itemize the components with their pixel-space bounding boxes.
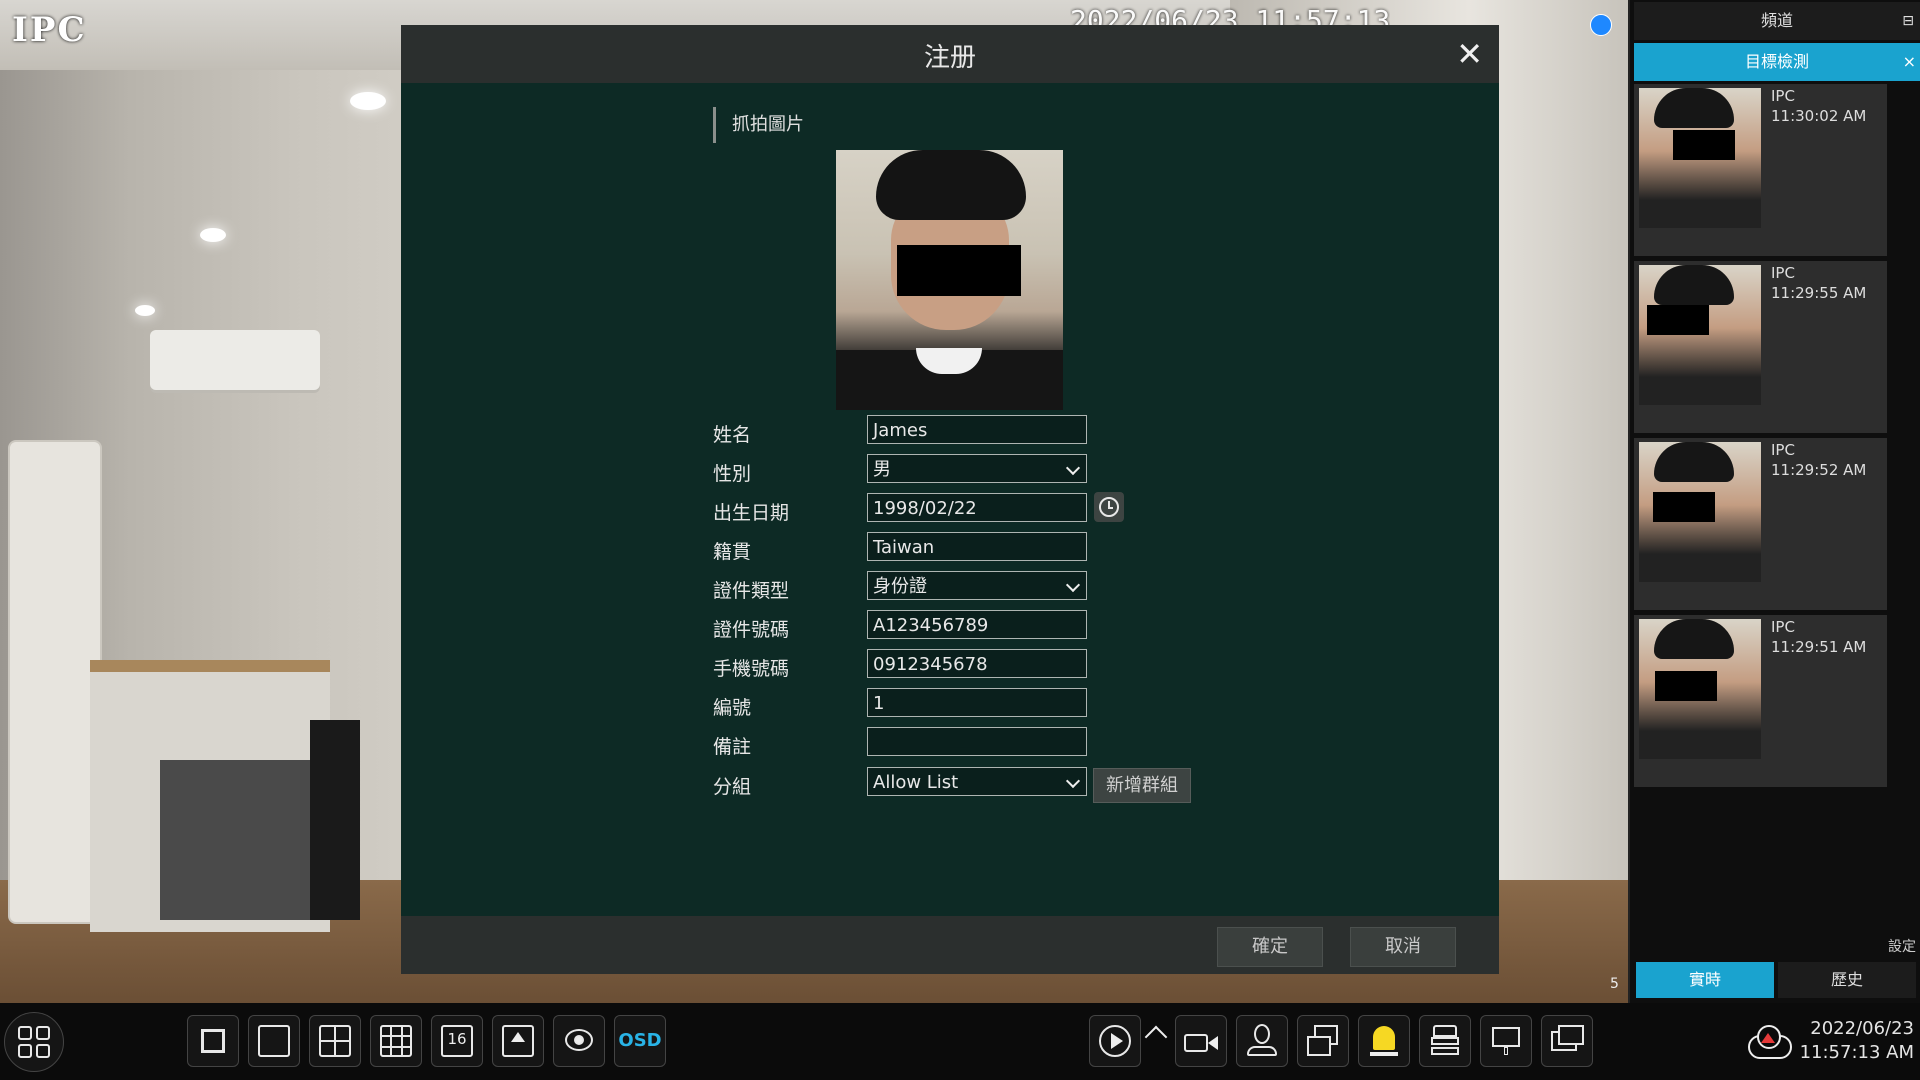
gender-select[interactable]: 男	[867, 454, 1087, 483]
number-label: 編號	[713, 697, 752, 719]
name-field[interactable]: James	[867, 415, 1087, 444]
capture-time: 11:29:55 AM	[1771, 284, 1867, 302]
origin-label: 籍貫	[713, 541, 752, 563]
camera-timestamp: 2022/06/23 11:57:13	[1070, 4, 1391, 26]
settings-link[interactable]: 設定	[1888, 936, 1916, 956]
group-label: 分組	[713, 776, 752, 798]
ceiling-lamp	[350, 92, 386, 110]
right-panel: 頻道 ⊟ 目標檢測 × IPC 11:30:02 AM IPC 11:29:55…	[1628, 0, 1920, 1003]
id-type-value: 身份證	[873, 576, 927, 597]
gender-label: 性別	[713, 463, 752, 485]
layout-9-icon[interactable]	[370, 1015, 422, 1067]
system-clock: 2022/06/23 11:57:13 AM	[1800, 1017, 1914, 1065]
osd-button[interactable]: OSD	[614, 1015, 666, 1067]
capture-source: IPC	[1771, 264, 1795, 282]
dialog-footer: 確定 取消	[401, 916, 1499, 974]
capture-card[interactable]: IPC 11:30:02 AM	[1634, 84, 1887, 256]
add-group-button[interactable]: 新增群組	[1093, 768, 1191, 803]
collapse-icon[interactable]: ⊟	[1902, 2, 1914, 40]
sequence-icon[interactable]	[492, 1015, 544, 1067]
number-field[interactable]: 1	[867, 688, 1087, 717]
section-label: 抓拍圖片	[713, 107, 804, 143]
capture-thumbnail	[1639, 442, 1761, 582]
playback-icon[interactable]	[1089, 1015, 1141, 1067]
mobile-field[interactable]: 0912345678	[867, 649, 1087, 678]
birth-field[interactable]: 1998/02/22	[867, 493, 1087, 522]
system-time: 11:57:13 AM	[1799, 1042, 1914, 1063]
cloud-upload-icon[interactable]	[1744, 1023, 1792, 1059]
captured-photo	[836, 150, 1063, 410]
bottom-toolbar: 16 OSD 2022/06/23 11:57:13 AM	[0, 1003, 1920, 1080]
id-type-label: 證件類型	[713, 580, 790, 602]
record-camera-icon[interactable]	[1175, 1015, 1227, 1067]
privacy-bar	[897, 245, 1021, 296]
capture-source: IPC	[1771, 441, 1795, 459]
mobile-label: 手機號碼	[713, 658, 790, 680]
tab-label: 目標檢測	[1744, 52, 1809, 71]
ceiling-lamp	[200, 228, 226, 242]
network-icon[interactable]	[1480, 1015, 1532, 1067]
face-database-icon[interactable]	[1236, 1015, 1288, 1067]
clock-icon[interactable]	[1094, 492, 1124, 522]
realtime-button[interactable]: 實時	[1636, 962, 1774, 998]
capture-source: IPC	[1771, 618, 1795, 636]
history-button[interactable]: 歷史	[1778, 962, 1916, 998]
close-icon[interactable]: ×	[1903, 43, 1916, 81]
tab-target-detection[interactable]: 目標檢測 ×	[1634, 43, 1920, 81]
dialog-title: 注册	[923, 43, 976, 73]
layout-1-icon[interactable]	[248, 1015, 300, 1067]
channel-header-label: 頻道	[1760, 11, 1793, 30]
id-number-field[interactable]: A123456789	[867, 610, 1087, 639]
birth-label: 出生日期	[713, 502, 790, 524]
capture-source: IPC	[1771, 87, 1795, 105]
capture-thumbnail	[1639, 88, 1761, 228]
remark-field[interactable]	[867, 727, 1087, 756]
capture-thumbnail	[1639, 265, 1761, 405]
remark-label: 備註	[713, 736, 752, 758]
snapshot-icon[interactable]	[1297, 1015, 1349, 1067]
close-icon[interactable]: ✕	[1456, 35, 1483, 73]
capture-card[interactable]: IPC 11:29:51 AM	[1634, 615, 1887, 787]
register-dialog: 注册 ✕ 抓拍圖片 姓名 James 性別 男 出生日期 1998/02/22 …	[401, 25, 1499, 974]
system-date: 2022/06/23	[1810, 1018, 1914, 1039]
layout-16-icon[interactable]: 16	[431, 1015, 483, 1067]
air-conditioner	[150, 330, 320, 390]
capture-time: 11:29:52 AM	[1771, 461, 1867, 479]
start-menu-icon[interactable]	[4, 1012, 64, 1072]
capture-card[interactable]: IPC 11:29:52 AM	[1634, 438, 1887, 610]
record-indicator	[1590, 14, 1612, 36]
capture-thumbnail	[1639, 619, 1761, 759]
gender-value: 男	[873, 459, 891, 480]
id-number-label: 證件號碼	[713, 619, 790, 641]
door	[8, 440, 102, 924]
disk-icon[interactable]	[1419, 1015, 1471, 1067]
group-select[interactable]: Allow List	[867, 767, 1087, 796]
camera-label: IPC	[12, 10, 87, 50]
channel-header: 頻道 ⊟	[1634, 2, 1920, 40]
name-label: 姓名	[713, 424, 752, 446]
id-type-select[interactable]: 身份證	[867, 571, 1087, 600]
group-value: Allow List	[873, 772, 959, 793]
capture-time: 11:30:02 AM	[1771, 107, 1867, 125]
capture-time: 11:29:51 AM	[1771, 638, 1867, 656]
capture-card[interactable]: IPC 11:29:55 AM	[1634, 261, 1887, 433]
cancel-button[interactable]: 取消	[1350, 927, 1456, 967]
fullscreen-icon[interactable]	[187, 1015, 239, 1067]
ptz-rotate-icon[interactable]	[553, 1015, 605, 1067]
monitor	[310, 720, 360, 920]
alarm-icon[interactable]	[1358, 1015, 1410, 1067]
display-icon[interactable]	[1541, 1015, 1593, 1067]
dialog-header: 注册 ✕	[401, 25, 1499, 83]
layout-4-icon[interactable]	[309, 1015, 361, 1067]
chevron-up-icon[interactable]	[1144, 1025, 1168, 1049]
ok-button[interactable]: 確定	[1217, 927, 1323, 967]
origin-field[interactable]: Taiwan	[867, 532, 1087, 561]
channel-number: 5	[1610, 976, 1619, 992]
ceiling-lamp	[135, 305, 155, 316]
layout-16-label: 16	[447, 1030, 467, 1048]
